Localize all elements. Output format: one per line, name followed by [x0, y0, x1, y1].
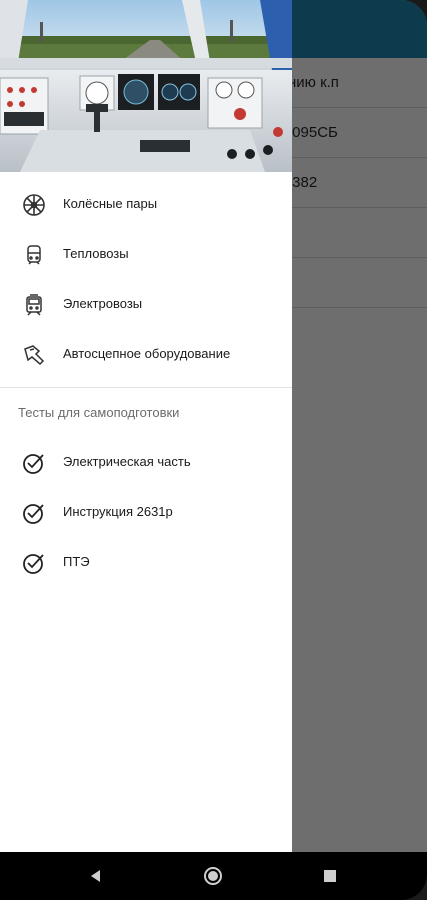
drawer-item-coupling-equipment[interactable]: Автосцепное оборудование	[0, 330, 292, 380]
drawer-item-label: Автосцепное оборудование	[63, 346, 231, 361]
list-item-text: .382	[288, 174, 318, 191]
section-title-self-tests: Тесты для самоподготовки	[18, 405, 180, 420]
back-icon[interactable]	[86, 866, 106, 886]
recents-icon[interactable]	[320, 866, 340, 886]
electric-locomotive-icon	[22, 293, 46, 317]
system-navigation-bar	[0, 852, 427, 900]
drawer-item-label: Тепловозы	[63, 246, 129, 261]
drawer-divider	[0, 387, 292, 388]
check-circle-icon	[22, 451, 46, 475]
list-item-text: .095СБ	[288, 124, 338, 141]
check-circle-icon	[22, 551, 46, 575]
diesel-locomotive-icon	[22, 243, 46, 267]
drawer-item-label: Электрическая часть	[63, 454, 191, 469]
coupler-icon	[22, 343, 46, 367]
home-icon[interactable]	[203, 866, 223, 886]
drawer-item-diesel-locomotives[interactable]: Тепловозы	[0, 230, 292, 280]
drawer-item-label: Электровозы	[63, 296, 143, 311]
drawer-item-test-pte[interactable]: ПТЭ	[0, 538, 292, 588]
drawer-item-test-electrical[interactable]: Электрическая часть	[0, 438, 292, 488]
drawer-item-label: ПТЭ	[63, 554, 90, 569]
drawer-item-test-instruction[interactable]: Инструкция 2631р	[0, 488, 292, 538]
list-item-text: нию к.п	[288, 74, 339, 91]
phone-screen: нию к.п .095СБ .382 Колёсные пары Теплов…	[0, 0, 427, 900]
drawer-header-image	[0, 0, 292, 172]
wheel-icon	[22, 193, 46, 217]
drawer-item-label: Инструкция 2631р	[63, 504, 173, 519]
drawer-item-label: Колёсные пары	[63, 196, 158, 211]
navigation-drawer: Колёсные пары Тепловозы Электровозы Авто…	[0, 0, 292, 852]
drawer-item-electric-locomotives[interactable]: Электровозы	[0, 280, 292, 330]
check-circle-icon	[22, 501, 46, 525]
locomotive-cab-image	[0, 0, 292, 172]
drawer-item-wheelsets[interactable]: Колёсные пары	[0, 180, 292, 230]
